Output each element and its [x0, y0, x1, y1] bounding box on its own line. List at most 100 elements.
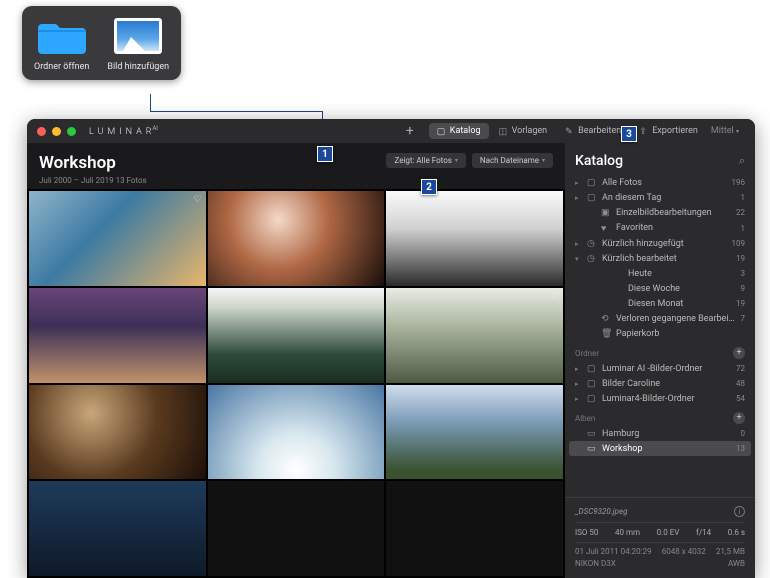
item-label: Einzelbildbearbeitungen: [616, 208, 731, 218]
disclosure-icon: ▸: [575, 179, 582, 187]
add-image-label: Bild hinzufügen: [107, 62, 169, 72]
thumbnail[interactable]: [208, 481, 385, 576]
item-count: 19: [736, 254, 745, 263]
item-count: 1: [741, 193, 746, 202]
sidebar-item-alle-fotos[interactable]: ▸ ▢ Alle Fotos 196: [569, 175, 751, 190]
folders-heading: Ordner: [575, 349, 599, 358]
meta-dims: 6048 x 4032: [662, 547, 706, 556]
annotation-marker-3: 3: [621, 126, 637, 142]
open-folder-option[interactable]: Ordner öffnen: [34, 16, 89, 72]
sidebar-item-diese-woche[interactable]: Diese Woche 9: [569, 281, 751, 296]
thumbnail[interactable]: ♡: [29, 191, 206, 286]
thumbnail[interactable]: [29, 288, 206, 383]
meta-size: 21,5 MB: [716, 547, 745, 556]
disclosure-icon: ▸: [575, 380, 582, 388]
disclosure-icon: ▸: [575, 194, 582, 202]
connector-line: [150, 94, 151, 112]
item-count: 48: [736, 379, 745, 388]
tab-bearbeiten[interactable]: ✎Bearbeiten: [557, 123, 629, 139]
export-icon: ⇪: [639, 127, 648, 136]
info-icon[interactable]: i: [734, 506, 745, 517]
item-count: 3: [741, 269, 746, 278]
thumbnail[interactable]: [208, 385, 385, 480]
thumbnail[interactable]: [208, 288, 385, 383]
filter-show[interactable]: Zeigt: Alle Fotos▾: [386, 153, 465, 168]
disclosure-icon: ▸: [575, 395, 582, 403]
item-icon: ▢: [587, 364, 597, 374]
item-label: Bilder Caroline: [602, 379, 731, 389]
tab-vorlagen[interactable]: ◫Vorlagen: [491, 123, 556, 139]
sidebar-item-favoriten[interactable]: ♥Favoriten1: [569, 220, 751, 236]
item-icon: ▭: [587, 429, 597, 439]
add-button[interactable]: +: [400, 123, 420, 139]
sidebar-item-einzelbildbearbeitungen[interactable]: ▣Einzelbildbearbeitungen22: [569, 205, 751, 220]
sidebar-item-k-rzlich-bearbeitet[interactable]: ▾◷Kürzlich bearbeitet19: [569, 251, 751, 266]
item-count: 13: [736, 444, 745, 453]
thumbnail[interactable]: [386, 481, 563, 576]
sidebar-item-hamburg[interactable]: ▭ Hamburg 0: [569, 426, 751, 441]
app-window: LUMINARAI + ▢Katalog ◫Vorlagen ✎Bearbeit…: [27, 119, 755, 578]
maximize-window-button[interactable]: [67, 127, 76, 136]
sidebar-item-luminar4-bilder-ordner[interactable]: ▸▢Luminar4-Bilder-Ordner54: [569, 391, 751, 406]
meta-iso: ISO 50: [575, 528, 598, 537]
window-controls: [37, 127, 76, 136]
item-count: 7: [741, 314, 746, 323]
favorite-icon[interactable]: ♡: [551, 292, 559, 302]
sidebar-item-luminar-ai-bilder-ordner[interactable]: ▸▢Luminar AI -Bilder-Ordner72: [569, 361, 751, 376]
filter-sort[interactable]: Nach Dateiname▾: [472, 153, 553, 168]
sidebar-item-k-rzlich-hinzugef-gt[interactable]: ▸◷Kürzlich hinzugefügt109: [569, 236, 751, 251]
sidebar-item-heute[interactable]: Heute 3: [569, 266, 751, 281]
item-label: Kürzlich bearbeitet: [602, 254, 731, 264]
thumbnail[interactable]: [386, 385, 563, 480]
item-count: 54: [736, 394, 745, 403]
thumbnail[interactable]: [29, 481, 206, 576]
item-count: 72: [736, 364, 745, 373]
thumbnail[interactable]: [29, 385, 206, 480]
item-label: Diese Woche: [628, 284, 736, 294]
thumbnail[interactable]: ♡: [386, 288, 563, 383]
sidebar-item-bilder-caroline[interactable]: ▸▢Bilder Caroline48: [569, 376, 751, 391]
zoom-level[interactable]: Mittel ▾: [711, 126, 745, 136]
thumbnail[interactable]: [208, 191, 385, 286]
meta-camera: NIKON D3X: [575, 559, 616, 568]
catalog-icon: ▢: [437, 127, 446, 136]
tab-katalog[interactable]: ▢Katalog: [429, 123, 489, 139]
add-album-button[interactable]: +: [733, 412, 745, 424]
item-label: Verloren gegangene Bearbeitungen: [616, 314, 736, 324]
thumbnail[interactable]: [386, 191, 563, 286]
tab-exportieren[interactable]: ⇪Exportieren: [631, 123, 706, 139]
sidebar-item-papierkorb[interactable]: 🗑Papierkorb: [569, 326, 751, 341]
close-window-button[interactable]: [37, 127, 46, 136]
disclosure-icon: ▸: [575, 365, 582, 373]
favorite-icon[interactable]: ♡: [194, 195, 202, 205]
item-count: 9: [741, 284, 746, 293]
item-label: Heute: [628, 269, 736, 279]
item-count: 22: [736, 208, 745, 217]
meta-ev: 0.0 EV: [657, 528, 680, 537]
annotation-marker-2: 2: [421, 179, 437, 195]
minimize-window-button[interactable]: [52, 127, 61, 136]
sidebar-item-workshop[interactable]: ▭Workshop13: [569, 441, 751, 456]
titlebar: LUMINARAI + ▢Katalog ◫Vorlagen ✎Bearbeit…: [27, 119, 755, 143]
sidebar-title: Katalog: [575, 153, 623, 169]
item-icon: ◷: [587, 239, 597, 249]
sidebar-item-an-diesem-tag[interactable]: ▸▢An diesem Tag1: [569, 190, 751, 205]
search-icon[interactable]: ⌕: [739, 154, 745, 168]
annotation-marker-1: 1: [317, 146, 333, 162]
item-count: 1: [741, 224, 746, 233]
item-icon: ▢: [587, 178, 597, 188]
item-count: 196: [732, 178, 746, 187]
sidebar-item-diesen-monat[interactable]: Diesen Monat19: [569, 296, 751, 311]
connector-line: [150, 111, 322, 112]
sidebar-item-verloren-gegangene-bearbeitungen[interactable]: ⟲ Verloren gegangene Bearbeitungen 7: [569, 311, 751, 326]
add-image-option[interactable]: Bild hinzufügen: [107, 16, 169, 72]
add-folder-button[interactable]: +: [733, 347, 745, 359]
picture-icon: [113, 16, 163, 56]
templates-icon: ◫: [499, 127, 508, 136]
item-label: Hamburg: [602, 429, 736, 439]
item-icon: ⟲: [601, 314, 611, 324]
item-label: Alle Fotos: [602, 178, 727, 188]
item-count: 0: [741, 429, 746, 438]
item-icon: ▭: [587, 444, 597, 454]
meta-date: 01 Juli 2011 04:20:29: [575, 547, 652, 556]
